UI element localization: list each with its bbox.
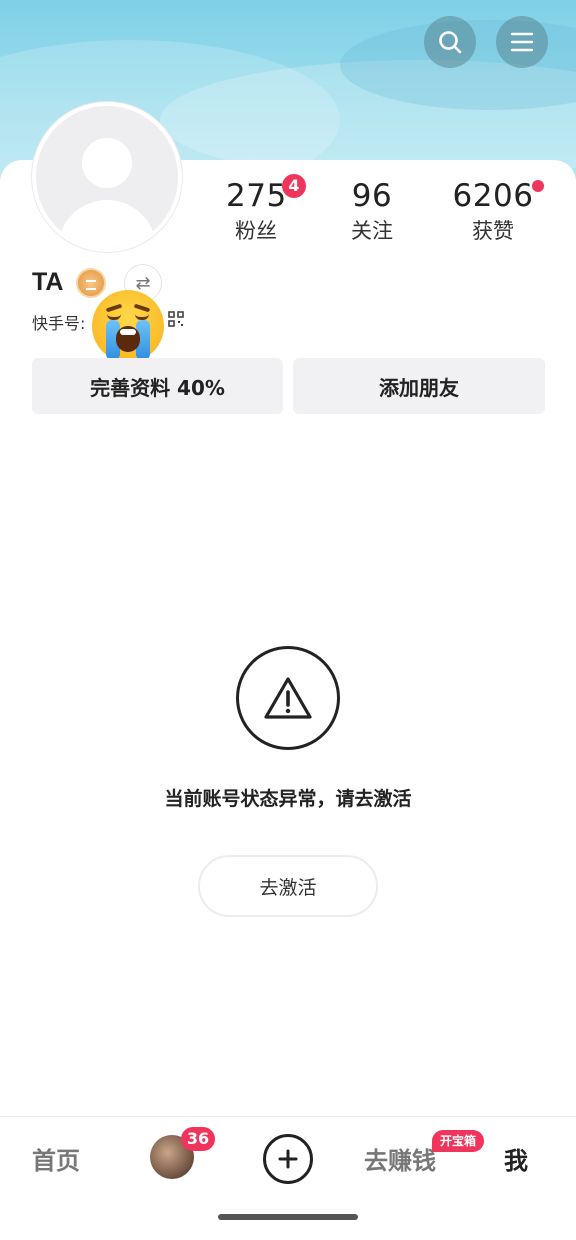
nav-me[interactable]: 我: [504, 1141, 528, 1176]
menu-button[interactable]: [496, 16, 548, 68]
fans-label: 粉丝: [235, 219, 277, 243]
avatar[interactable]: [32, 102, 182, 252]
bottom-nav: 首页 36 去赚钱 开宝箱 我: [0, 1116, 576, 1240]
search-icon: [439, 31, 462, 54]
fans-count: 275: [226, 178, 287, 214]
earn-treasure-badge: 开宝箱: [432, 1130, 484, 1152]
plus-icon: [278, 1149, 298, 1169]
crying-emoji-icon: [92, 290, 164, 362]
qr-code-icon[interactable]: [168, 311, 184, 327]
account-status-message: 当前账号状态异常，请去激活: [164, 788, 412, 810]
likes-notification-dot: [532, 180, 544, 192]
activate-button[interactable]: 去激活: [198, 855, 378, 917]
nav-create-button[interactable]: [263, 1134, 313, 1184]
search-button[interactable]: [424, 16, 476, 68]
nav-following-badge: 36: [181, 1127, 215, 1151]
menu-icon: [510, 32, 534, 52]
fans-new-badge: 4: [282, 174, 306, 198]
level-badge-icon[interactable]: [76, 268, 106, 298]
likes-label: 获赞: [472, 219, 514, 243]
username: TA: [32, 268, 64, 296]
follow-count: 96: [351, 178, 393, 214]
warning-icon: [236, 646, 340, 750]
likes-stat[interactable]: 6206 获赞: [450, 178, 536, 244]
nav-home[interactable]: 首页: [32, 1141, 80, 1176]
likes-count: 6206: [452, 178, 534, 214]
follow-label: 关注: [351, 219, 393, 243]
nav-earn[interactable]: 去赚钱: [364, 1141, 436, 1176]
complete-profile-button[interactable]: 完善资料 40%: [32, 358, 283, 414]
follow-stat[interactable]: 96 关注: [344, 178, 400, 244]
add-friend-button[interactable]: 添加朋友: [293, 358, 545, 414]
fans-stat[interactable]: 275 粉丝: [226, 178, 286, 244]
kwai-id-label: 快手号:: [32, 314, 86, 333]
home-indicator[interactable]: [218, 1214, 358, 1220]
